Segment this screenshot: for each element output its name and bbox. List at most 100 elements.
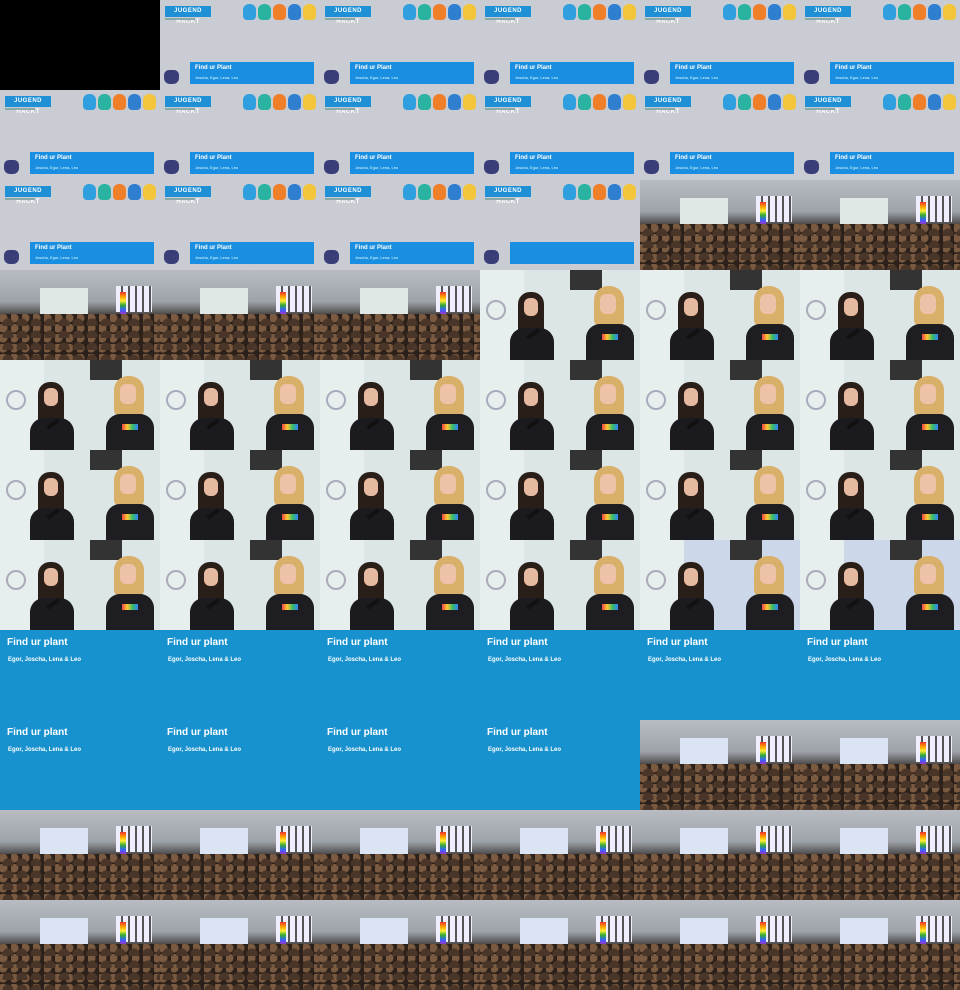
projection-screen xyxy=(840,828,888,856)
title-banner: Find ur Plant Joscha, Egor, Lena, Leo xyxy=(510,152,634,174)
video-frame-thumbnail xyxy=(480,900,640,990)
talk-title: Find ur Plant xyxy=(675,65,712,71)
university-logo xyxy=(486,390,506,410)
speaker-left xyxy=(350,382,394,450)
speaker-right xyxy=(746,556,794,630)
shirt-print xyxy=(602,424,618,430)
slide-title: Find ur plant xyxy=(327,637,388,648)
talk-authors: Joscha, Egor, Lena, Leo xyxy=(675,75,719,80)
projection-screen xyxy=(840,918,888,946)
speaker-right xyxy=(586,376,634,450)
slide-title: Find ur plant xyxy=(167,727,228,738)
contact-sheet-grid: JUGEND HACKT Find ur Plant Joscha, Egor, L… xyxy=(0,0,960,990)
rainbow-flag xyxy=(120,922,126,944)
mascot-icon xyxy=(288,184,301,200)
mascot-icon xyxy=(143,94,156,110)
mascot-icon xyxy=(898,4,911,20)
mascot-icon xyxy=(913,4,926,20)
mascot-icon xyxy=(433,94,446,110)
talk-authors: Joscha, Egor, Lena, Leo xyxy=(195,75,239,80)
speaker-right xyxy=(426,556,474,630)
cat-mascot-icon xyxy=(484,70,499,84)
mascot-icon xyxy=(463,94,476,110)
video-frame-thumbnail xyxy=(160,810,320,900)
shirt-print xyxy=(922,604,938,610)
mascot-icon xyxy=(433,4,446,20)
mascot-icons xyxy=(243,184,316,200)
speaker-left xyxy=(670,382,714,450)
university-logo xyxy=(326,480,346,500)
university-logo xyxy=(326,570,346,590)
shirt-print xyxy=(442,604,458,610)
jugend-hackt-logo: JUGEND HACKT xyxy=(325,6,371,25)
speaker-right xyxy=(906,556,954,630)
talk-authors: Joscha, Egor, Lena, Leo xyxy=(355,255,399,260)
audience xyxy=(0,314,160,360)
video-frame-thumbnail xyxy=(0,450,160,540)
cat-mascot-icon xyxy=(484,160,499,174)
title-banner: Find ur Plant Joscha, Egor, Lena, Leo xyxy=(670,62,794,84)
logo-subline xyxy=(325,198,355,200)
university-logo xyxy=(486,570,506,590)
speaker-left xyxy=(830,382,874,450)
slide-authors: Egor, Joscha, Lena & Leo xyxy=(8,747,82,753)
speaker-right xyxy=(906,376,954,450)
mascot-icon xyxy=(608,4,621,20)
talk-title: Find ur Plant xyxy=(675,155,712,161)
video-frame-thumbnail xyxy=(800,270,960,360)
audience xyxy=(640,944,800,990)
title-banner: Find ur Plant Joscha, Egor, Lena, Leo xyxy=(190,152,314,174)
talk-title: Find ur Plant xyxy=(35,155,72,161)
logo-subline xyxy=(165,108,195,110)
video-frame-thumbnail xyxy=(640,900,800,990)
rainbow-flag xyxy=(120,832,126,854)
speaker-left xyxy=(670,292,714,360)
university-logo xyxy=(486,480,506,500)
video-frame-thumbnail: Find ur plant Egor, Joscha, Lena & Leo xyxy=(160,720,320,810)
university-logo xyxy=(646,570,666,590)
audience xyxy=(320,854,480,900)
rainbow-flag xyxy=(920,832,926,854)
shirt-print xyxy=(922,424,938,430)
mascot-icon xyxy=(98,184,111,200)
projection-screen xyxy=(680,828,728,856)
speaker-right xyxy=(266,376,314,450)
university-logo xyxy=(806,300,826,320)
video-frame-thumbnail: Find ur plant Egor, Joscha, Lena & Leo xyxy=(480,720,640,810)
video-frame-thumbnail xyxy=(320,900,480,990)
speaker-right xyxy=(586,466,634,540)
mascot-icon xyxy=(243,4,256,20)
jugend-hackt-logo: JUGEND HACKT xyxy=(325,96,371,115)
university-logo xyxy=(326,390,346,410)
mascot-icon xyxy=(593,184,606,200)
mascot-icon xyxy=(578,94,591,110)
speaker-right xyxy=(906,466,954,540)
mascot-icon xyxy=(288,4,301,20)
slide-title: Find ur plant xyxy=(807,637,868,648)
projection-screen xyxy=(40,288,88,316)
video-frame-thumbnail xyxy=(800,360,960,450)
video-frame-thumbnail xyxy=(480,360,640,450)
audience xyxy=(0,944,160,990)
video-frame-thumbnail xyxy=(480,270,640,360)
university-logo xyxy=(6,390,26,410)
audience xyxy=(160,944,320,990)
mascot-icon xyxy=(563,184,576,200)
cat-mascot-icon xyxy=(644,70,659,84)
projection-screen xyxy=(360,288,408,316)
mascot-icon xyxy=(563,94,576,110)
mascot-icon xyxy=(883,4,896,20)
cat-mascot-icon xyxy=(4,250,19,264)
jugend-hackt-logo: JUGEND HACKT xyxy=(325,186,371,205)
shirt-print xyxy=(762,334,778,340)
speaker-left xyxy=(510,472,554,540)
shirt-print xyxy=(922,514,938,520)
talk-title: Find ur Plant xyxy=(35,245,72,251)
speaker-left xyxy=(670,472,714,540)
video-frame-thumbnail: Find ur plant Egor, Joscha, Lena & Leo xyxy=(480,630,640,720)
video-frame-thumbnail xyxy=(160,450,320,540)
mascot-icon xyxy=(623,94,636,110)
slide-authors: Egor, Joscha, Lena & Leo xyxy=(328,747,402,753)
talk-title: Find ur Plant xyxy=(355,245,392,251)
mascot-icon xyxy=(913,94,926,110)
